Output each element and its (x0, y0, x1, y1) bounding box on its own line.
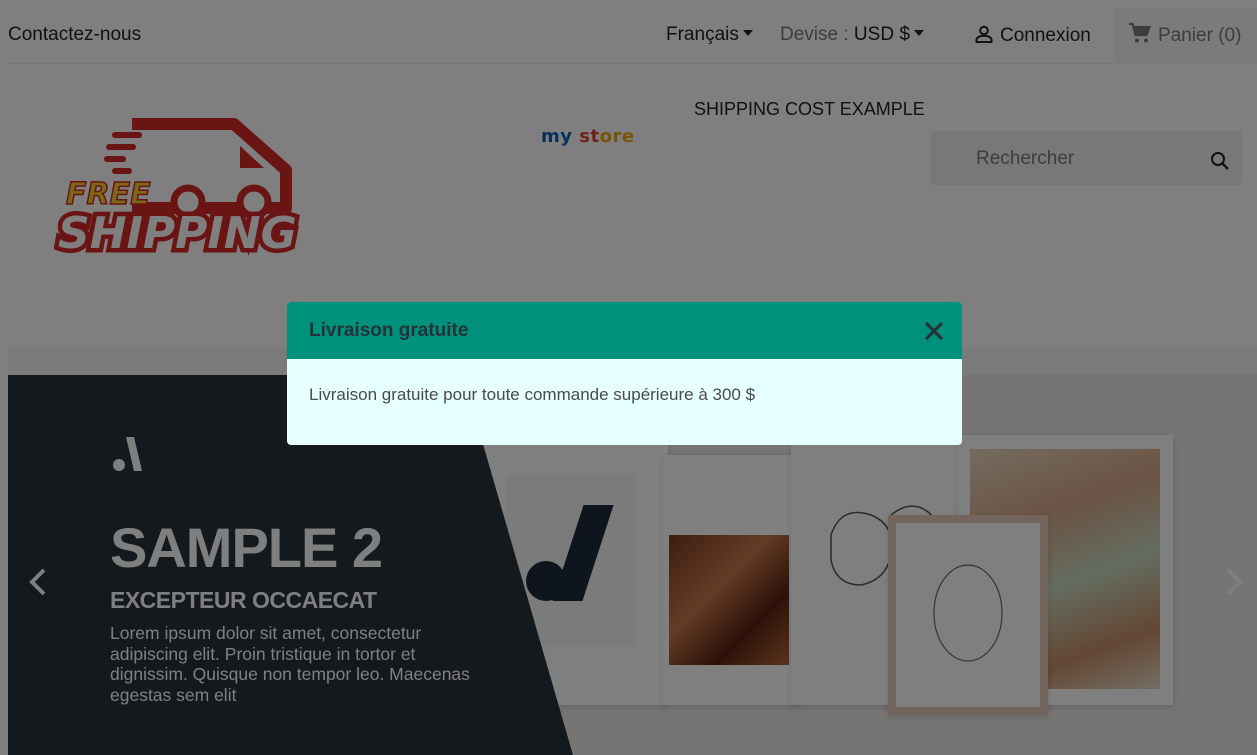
modal-title: Livraison gratuite (309, 320, 469, 341)
modal-body: Livraison gratuite pour toute commande s… (309, 385, 756, 404)
close-icon[interactable] (923, 320, 945, 342)
free-shipping-modal: Livraison gratuite Livraison gratuite po… (287, 302, 962, 445)
modal-header: Livraison gratuite (287, 302, 962, 359)
